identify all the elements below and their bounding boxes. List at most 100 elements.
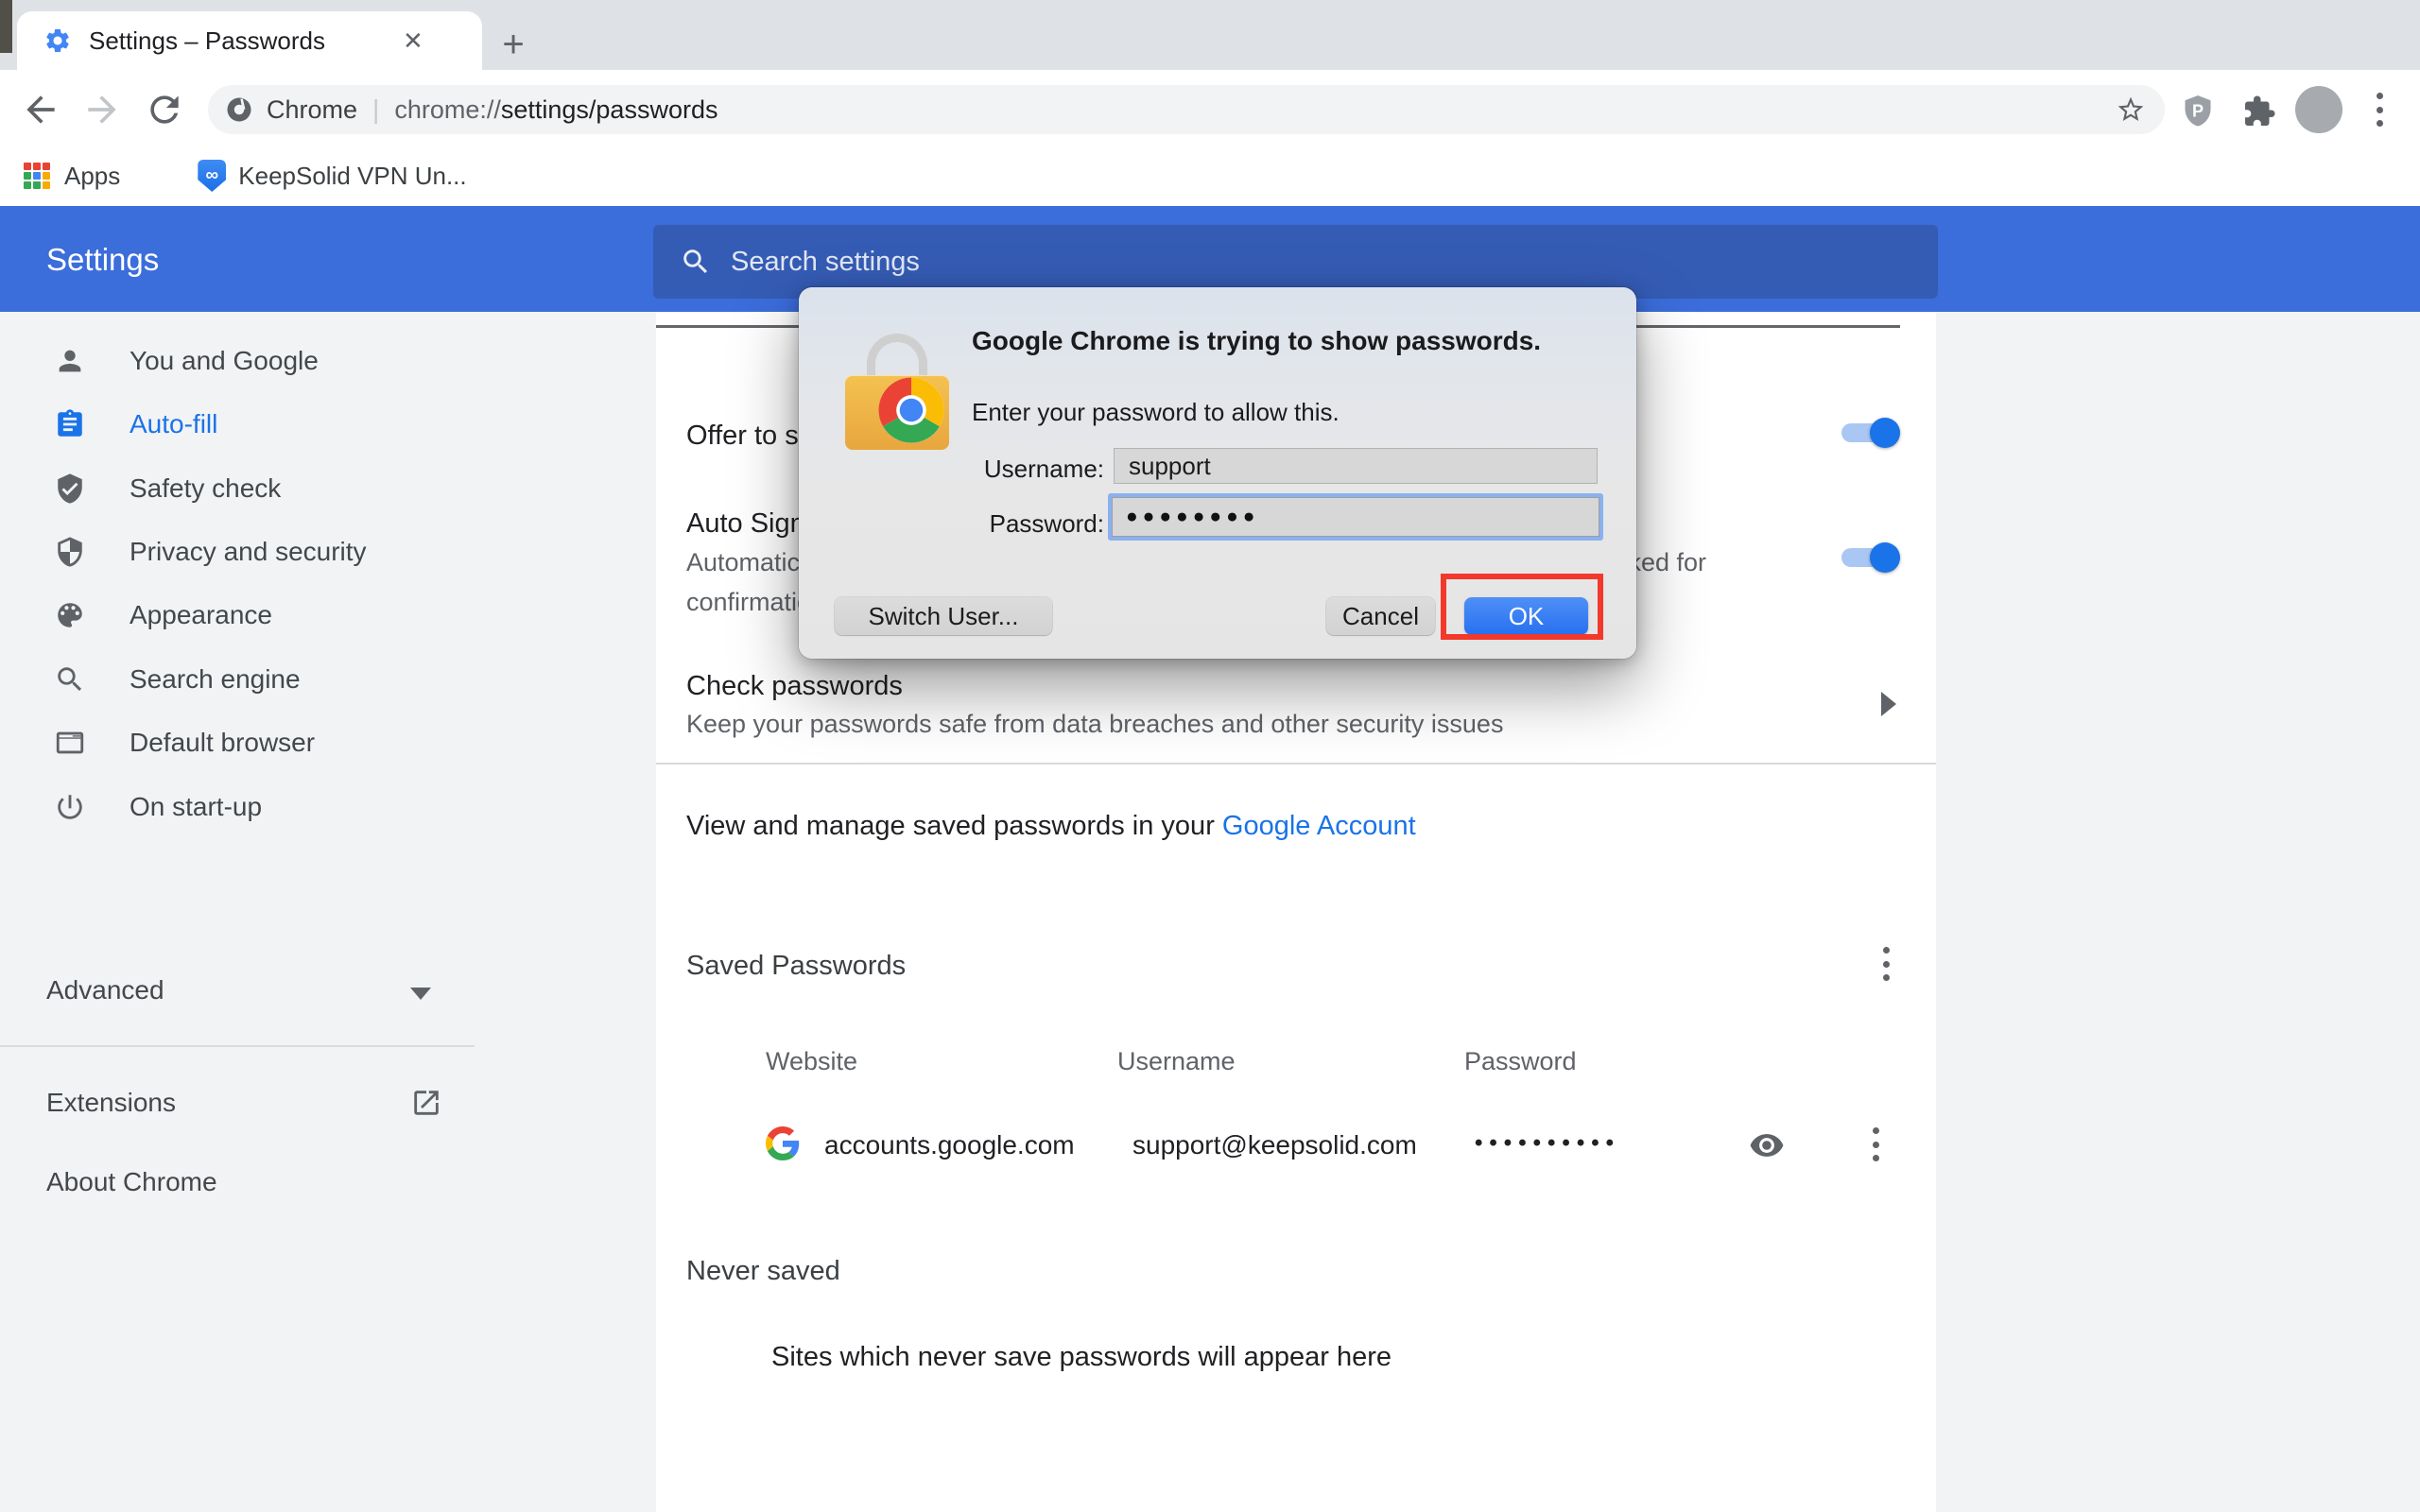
sidebar-about-chrome[interactable]: About Chrome bbox=[0, 1150, 475, 1214]
column-password: Password bbox=[1464, 1047, 1577, 1076]
ok-annotation-highlight bbox=[1441, 574, 1603, 640]
search-icon bbox=[680, 246, 712, 278]
privacy-shield-icon bbox=[54, 536, 86, 568]
row-username: support@keepsolid.com bbox=[1132, 1130, 1417, 1160]
sidebar-advanced-label: Advanced bbox=[46, 975, 164, 1005]
username-value: support bbox=[1129, 452, 1211, 481]
offer-to-save-toggle[interactable] bbox=[1841, 418, 1900, 448]
bookmark-keepsolid-vpn[interactable]: KeepSolid VPN Un... bbox=[238, 162, 466, 191]
bookmark-star-icon[interactable] bbox=[2116, 94, 2146, 125]
browser-tab[interactable]: Settings – Passwords ✕ bbox=[17, 11, 482, 70]
chrome-logo bbox=[877, 376, 945, 444]
sidebar-extensions-label: Extensions bbox=[46, 1088, 176, 1118]
password-field[interactable]: ●●●●●●●● bbox=[1112, 497, 1599, 537]
chevron-down-icon bbox=[410, 988, 431, 1000]
column-username: Username bbox=[1117, 1047, 1236, 1076]
browser-menu-icon[interactable] bbox=[2375, 89, 2384, 130]
auto-signin-toggle[interactable] bbox=[1841, 542, 1900, 573]
forward-icon bbox=[81, 89, 123, 130]
check-passwords-desc: Keep your passwords safe from data breac… bbox=[686, 710, 1503, 739]
sidebar-item-label: Auto-fill bbox=[130, 409, 217, 439]
saved-passwords-menu-icon[interactable] bbox=[1881, 943, 1891, 985]
page-title: Settings bbox=[46, 242, 159, 278]
never-saved-empty-text: Sites which never save passwords will ap… bbox=[771, 1342, 1392, 1373]
sidebar-item-search-engine[interactable]: Search engine bbox=[0, 647, 475, 712]
url-separator: | bbox=[372, 94, 379, 125]
saved-passwords-title: Saved Passwords bbox=[686, 951, 906, 982]
sidebar-item-label: Safety check bbox=[130, 473, 281, 504]
extensions-puzzle-icon[interactable] bbox=[2242, 94, 2276, 129]
sidebar-item-default-browser[interactable]: Default browser bbox=[0, 711, 475, 775]
google-account-link[interactable]: Google Account bbox=[1222, 811, 1416, 841]
new-tab-button[interactable]: + bbox=[493, 26, 534, 67]
column-website: Website bbox=[766, 1047, 857, 1076]
sidebar-item-you-and-google[interactable]: You and Google bbox=[0, 329, 475, 393]
sidebar-item-appearance[interactable]: Appearance bbox=[0, 583, 475, 647]
sidebar-item-label: You and Google bbox=[130, 346, 319, 376]
lock-chrome-icon bbox=[845, 334, 949, 450]
show-password-eye-icon[interactable] bbox=[1749, 1127, 1785, 1163]
password-extension-icon[interactable]: P bbox=[2181, 94, 2215, 131]
reload-icon[interactable] bbox=[144, 89, 185, 130]
infinity-glyph: ∞ bbox=[205, 165, 218, 186]
sidebar-item-autofill[interactable]: Auto-fill bbox=[0, 392, 475, 456]
search-placeholder: Search settings bbox=[731, 247, 920, 278]
sidebar-item-label: Search engine bbox=[130, 664, 301, 695]
extension-badge-letter: P bbox=[2192, 102, 2204, 121]
settings-gear-favicon bbox=[43, 26, 72, 55]
username-field[interactable]: support bbox=[1114, 448, 1598, 484]
sidebar-item-label: Default browser bbox=[130, 728, 315, 758]
tab-close-icon[interactable]: ✕ bbox=[403, 26, 424, 56]
sidebar-item-on-startup[interactable]: On start-up bbox=[0, 775, 475, 839]
sidebar-item-safety-check[interactable]: Safety check bbox=[0, 456, 475, 521]
url-site-label: Chrome bbox=[267, 95, 357, 125]
tab-title: Settings – Passwords bbox=[89, 26, 401, 56]
search-icon bbox=[54, 663, 86, 696]
address-bar[interactable]: Chrome | chrome://settings/passwords bbox=[208, 85, 2165, 134]
sidebar-advanced[interactable]: Advanced bbox=[0, 958, 475, 1022]
section-divider bbox=[656, 763, 1936, 765]
row-menu-icon[interactable] bbox=[1871, 1124, 1880, 1165]
profile-avatar[interactable] bbox=[2295, 86, 2342, 133]
table-row: accounts.google.com support@keepsolid.co… bbox=[656, 1111, 1936, 1177]
person-icon bbox=[54, 345, 86, 377]
manage-passwords-text: View and manage saved passwords in your … bbox=[686, 811, 1416, 842]
power-icon bbox=[54, 791, 86, 823]
auth-dialog: Google Chrome is trying to show password… bbox=[799, 287, 1636, 659]
autofill-clipboard-icon bbox=[54, 408, 86, 440]
switch-user-button[interactable]: Switch User... bbox=[835, 597, 1052, 635]
google-favicon bbox=[766, 1126, 800, 1160]
cancel-button[interactable]: Cancel bbox=[1326, 597, 1435, 635]
dialog-title: Google Chrome is trying to show password… bbox=[972, 326, 1541, 356]
browser-window-icon bbox=[54, 727, 86, 759]
sidebar-item-privacy[interactable]: Privacy and security bbox=[0, 520, 475, 584]
window-corner bbox=[0, 0, 12, 53]
shield-check-icon bbox=[54, 472, 86, 505]
never-saved-title: Never saved bbox=[686, 1256, 840, 1287]
sidebar-item-label: Privacy and security bbox=[130, 537, 367, 567]
palette-icon bbox=[54, 599, 86, 631]
bookmark-apps[interactable]: Apps bbox=[64, 162, 120, 191]
bookmarks-bar: Apps ∞ KeepSolid VPN Un... bbox=[0, 146, 2420, 206]
manage-text: View and manage saved passwords in your bbox=[686, 811, 1222, 841]
chevron-right-icon[interactable] bbox=[1881, 692, 1896, 716]
sidebar-about-label: About Chrome bbox=[46, 1167, 217, 1197]
username-label: Username: bbox=[972, 455, 1104, 484]
back-icon[interactable] bbox=[20, 89, 61, 130]
row-password-masked: •••••••••• bbox=[1475, 1130, 1620, 1157]
dialog-subtitle: Enter your password to allow this. bbox=[972, 398, 1340, 427]
check-passwords-title: Check passwords bbox=[686, 671, 903, 702]
sidebar-divider bbox=[0, 1045, 475, 1047]
open-in-new-icon bbox=[410, 1087, 442, 1119]
password-label: Password: bbox=[972, 509, 1104, 539]
sidebar-item-label: Appearance bbox=[130, 600, 272, 630]
password-field-focus-ring: ●●●●●●●● bbox=[1108, 493, 1603, 541]
sidebar-extensions[interactable]: Extensions bbox=[0, 1071, 475, 1135]
chrome-page-icon bbox=[225, 95, 253, 124]
keepsolid-vpn-icon: ∞ bbox=[198, 160, 226, 192]
row-website: accounts.google.com bbox=[824, 1130, 1075, 1160]
apps-grid-icon bbox=[24, 163, 50, 189]
url-scheme: chrome:// bbox=[394, 95, 501, 125]
password-masked-value: ●●●●●●●● bbox=[1126, 506, 1259, 528]
url-path: settings/passwords bbox=[501, 95, 718, 125]
